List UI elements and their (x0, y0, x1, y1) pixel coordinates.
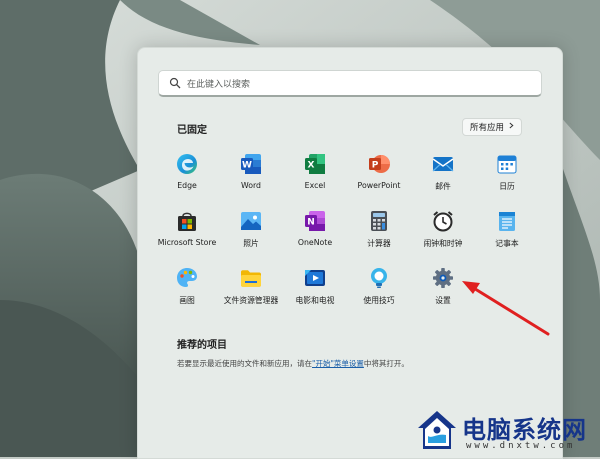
calendar-icon (495, 152, 519, 176)
app-label: 照片 (243, 239, 259, 248)
app-label: 电影和电视 (295, 296, 335, 305)
all-apps-label: 所有应用 (469, 123, 504, 133)
powerpoint-icon: P (367, 152, 391, 176)
folder-icon (239, 266, 263, 290)
pinned-app-movies-tv[interactable]: 电影和电视 (283, 262, 347, 319)
start-menu: 在此键入以搜索 已固定 所有应用 Edge W Word X Excel P P… (137, 47, 563, 459)
svg-text:N: N (307, 218, 315, 228)
movies-icon (303, 266, 327, 290)
pinned-app-notepad[interactable]: 记事本 (475, 205, 539, 262)
photos-icon (239, 209, 263, 233)
app-label: Word (240, 181, 262, 190)
pinned-app-paint[interactable]: 画图 (155, 262, 219, 319)
app-label: 邮件 (435, 182, 451, 191)
pinned-app-mail[interactable]: 邮件 (411, 148, 475, 205)
app-label: Microsoft Store (157, 238, 217, 247)
tips-icon (367, 266, 391, 290)
app-label: 计算器 (367, 239, 391, 248)
pinned-app-onenote[interactable]: N OneNote (283, 205, 347, 262)
app-label: 使用技巧 (363, 296, 395, 305)
pinned-app-alarms-clock[interactable]: 闹钟和时钟 (411, 205, 475, 262)
onenote-icon: N (303, 209, 327, 233)
svg-text:W: W (242, 161, 252, 171)
pinned-app-tips[interactable]: 使用技巧 (347, 262, 411, 319)
app-label: PowerPoint (357, 181, 401, 190)
recommended-hint: 若要显示最近使用的文件和新应用，请在"开始"菜单设置中将其打开。 (177, 358, 409, 369)
app-label: 记事本 (495, 239, 519, 248)
recommended-section-title: 推荐的项目 (177, 340, 227, 351)
svg-text:P: P (372, 161, 379, 171)
notepad-icon (495, 209, 519, 233)
app-label: Excel (304, 181, 326, 190)
app-label: 闹钟和时钟 (423, 239, 463, 248)
all-apps-button[interactable]: 所有应用 (461, 118, 522, 136)
edge-icon (175, 152, 199, 176)
app-label: Edge (177, 181, 197, 190)
pinned-app-excel[interactable]: X Excel (283, 148, 347, 205)
calculator-icon (367, 209, 391, 233)
watermark-title: 电脑系统网 (462, 415, 587, 444)
pinned-app-settings[interactable]: 设置 (411, 262, 475, 319)
settings-gear-icon (431, 266, 455, 290)
word-icon: W (239, 152, 263, 176)
app-label: 日历 (499, 182, 515, 191)
pinned-app-photos[interactable]: 照片 (219, 205, 283, 262)
pinned-app-powerpoint[interactable]: P PowerPoint (347, 148, 411, 205)
start-settings-link[interactable]: "开始"菜单设置 (312, 359, 364, 368)
paint-icon (175, 266, 199, 290)
site-watermark: 电脑系统网 www.dnxtw.com (414, 407, 600, 457)
pinned-apps-grid: Edge W Word X Excel P PowerPoint 邮件 日历 M… (155, 148, 539, 319)
pinned-app-microsoft-store[interactable]: Microsoft Store (155, 205, 219, 262)
svg-text:X: X (308, 161, 315, 171)
pinned-app-calendar[interactable]: 日历 (475, 148, 539, 205)
app-label: OneNote (297, 238, 333, 247)
search-input[interactable]: 在此键入以搜索 (158, 70, 542, 97)
app-label: 文件资源管理器 (223, 296, 279, 305)
watermark-url: www.dnxtw.com (466, 441, 576, 451)
house-logo-icon (418, 411, 456, 449)
app-label: 画图 (179, 296, 195, 305)
pinned-app-calculator[interactable]: 计算器 (347, 205, 411, 262)
search-icon (169, 77, 181, 89)
pinned-app-file-explorer[interactable]: 文件资源管理器 (219, 262, 283, 319)
excel-icon: X (303, 152, 327, 176)
search-placeholder: 在此键入以搜索 (187, 79, 251, 90)
alarm-clock-icon (431, 209, 455, 233)
store-icon (175, 209, 199, 233)
app-label: 设置 (435, 296, 451, 305)
pinned-section-title: 已固定 (177, 125, 207, 136)
pinned-app-edge[interactable]: Edge (155, 148, 219, 205)
recommended-hint-text: 若要显示最近使用的文件和新应用，请在 (177, 359, 312, 368)
pinned-app-word[interactable]: W Word (219, 148, 283, 205)
chevron-right-icon (509, 122, 514, 132)
recommended-hint-text-end: 中将其打开。 (363, 359, 409, 368)
mail-icon (431, 152, 455, 176)
